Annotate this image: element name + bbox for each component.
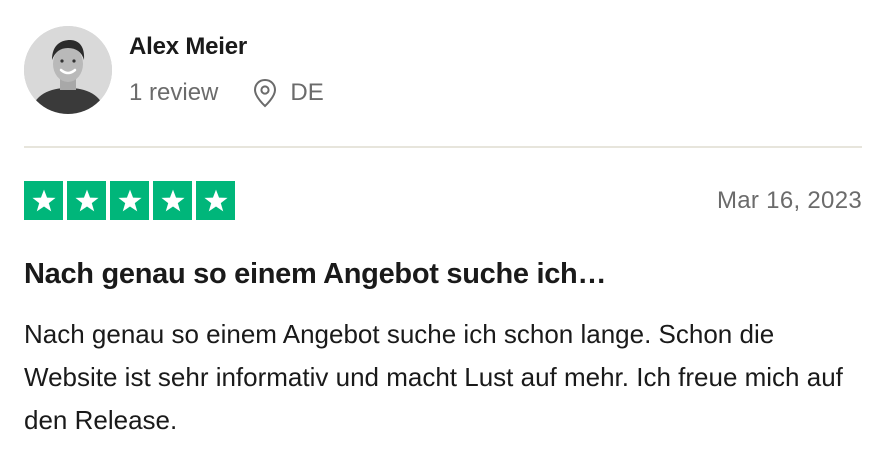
avatar-image	[24, 26, 112, 114]
star-icon	[196, 181, 235, 220]
review-count: 1 review	[129, 79, 219, 106]
reviewer-meta: 1 review DE	[129, 78, 324, 108]
rating-row: Mar 16, 2023	[24, 181, 862, 221]
reviewer-name[interactable]: Alex Meier	[129, 30, 324, 64]
star-rating	[24, 181, 235, 220]
review-card: Alex Meier 1 review DE Mar 16, 2023 Nach…	[0, 0, 888, 464]
review-date: Mar 16, 2023	[716, 187, 862, 214]
avatar[interactable]	[24, 26, 112, 114]
star-icon	[153, 181, 192, 220]
star-icon	[110, 181, 149, 220]
star-icon	[67, 181, 106, 220]
reviewer-country: DE	[290, 79, 324, 106]
reviewer-header: Alex Meier 1 review DE	[24, 26, 324, 116]
review-body: Nach genau so einem Angebot suche ich sc…	[24, 319, 843, 435]
location-pin-icon	[252, 78, 278, 108]
review-title[interactable]: Nach genau so einem Angebot suche ich…	[24, 254, 606, 294]
reviewer-info: Alex Meier 1 review DE	[129, 26, 324, 108]
divider	[24, 146, 862, 148]
star-icon	[24, 181, 63, 220]
